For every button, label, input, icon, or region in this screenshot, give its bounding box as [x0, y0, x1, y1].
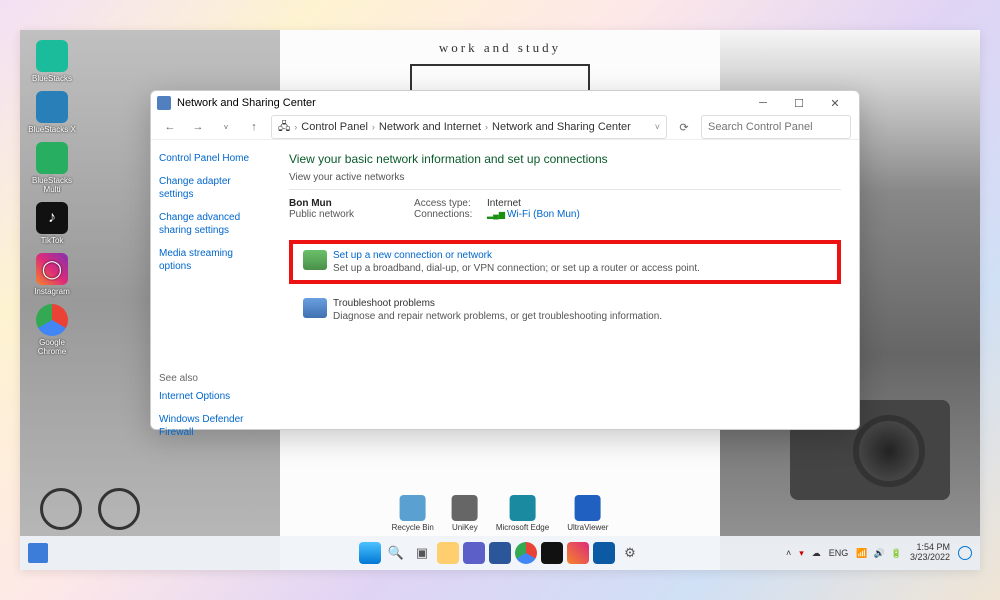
refresh-button[interactable]: ⟳: [673, 116, 695, 138]
desktop-icon-bluestacks-x[interactable]: BlueStacks X: [26, 91, 78, 134]
control-panel-window: Network and Sharing Center ─ ☐ ✕ ← → ˅ ↑…: [150, 90, 860, 430]
window-body: Control Panel Home Change adapter settin…: [151, 140, 859, 461]
widgets-button[interactable]: [28, 543, 48, 563]
start-button[interactable]: [359, 542, 381, 564]
troubleshoot-section: Troubleshoot problems Diagnose and repai…: [289, 292, 841, 328]
volume-icon[interactable]: 🔊: [874, 548, 885, 559]
desktop-icon-chrome[interactable]: Google Chrome: [26, 304, 78, 356]
breadcrumb-dropdown-icon[interactable]: ˅: [655, 122, 660, 132]
sidebar: Control Panel Home Change adapter settin…: [151, 140, 271, 461]
sidebar-defender-firewall[interactable]: Windows Defender Firewall: [159, 413, 263, 439]
troubleshoot-desc: Diagnose and repair network problems, or…: [303, 311, 831, 322]
sidebar-internet-options[interactable]: Internet Options: [159, 390, 263, 403]
system-tray: ˄ ▾ ☁ ENG 📶 🔊 🔋 1:54 PM 3/23/2022: [786, 543, 972, 563]
troubleshoot-link[interactable]: Troubleshoot problems: [303, 298, 831, 309]
recent-button[interactable]: ˅: [215, 116, 237, 138]
back-button[interactable]: ←: [159, 116, 181, 138]
breadcrumb-item[interactable]: Network and Sharing Center: [492, 121, 631, 133]
icon-recycle-bin[interactable]: Recycle Bin: [392, 495, 434, 532]
breadcrumb[interactable]: 🖧 › Control Panel › Network and Internet…: [271, 115, 667, 139]
sidebar-advanced-sharing[interactable]: Change advanced sharing settings: [159, 211, 263, 237]
desktop-icon-instagram[interactable]: ◯Instagram: [26, 253, 78, 296]
battery-icon[interactable]: 🔋: [891, 548, 902, 559]
setup-connection-desc: Set up a broadband, dial-up, or VPN conn…: [303, 263, 827, 274]
close-button[interactable]: ✕: [817, 91, 853, 115]
wifi-icon[interactable]: 📶: [856, 548, 867, 559]
icon-edge[interactable]: Microsoft Edge: [496, 495, 549, 532]
word-button[interactable]: [489, 542, 511, 564]
minimize-button[interactable]: ─: [745, 91, 781, 115]
breadcrumb-item[interactable]: Control Panel: [301, 121, 368, 133]
access-type-label: Access type:: [414, 198, 479, 209]
sidebar-adapter-settings[interactable]: Change adapter settings: [159, 175, 263, 201]
active-networks-label: View your active networks: [289, 172, 841, 183]
setup-connection-link[interactable]: Set up a new connection or network: [303, 250, 827, 261]
taskbar-center: 🔍 ▣ ⚙: [359, 542, 641, 564]
sidebar-home[interactable]: Control Panel Home: [159, 152, 263, 165]
setup-connection-section: Set up a new connection or network Set u…: [289, 240, 841, 284]
network-info: Bon Mun Public network Access type: Inte…: [289, 198, 841, 220]
maximize-button[interactable]: ☐: [781, 91, 817, 115]
icon-unikey[interactable]: UniKey: [452, 495, 478, 532]
setup-connection-icon: [303, 250, 327, 270]
troubleshoot-icon: [303, 298, 327, 318]
clock-date: 3/23/2022: [910, 553, 950, 563]
forward-button[interactable]: →: [187, 116, 209, 138]
explorer-button[interactable]: [437, 542, 459, 564]
chrome-taskbar-button[interactable]: [515, 542, 537, 564]
window-navbar: ← → ˅ ↑ 🖧 › Control Panel › Network and …: [151, 115, 859, 140]
up-button[interactable]: ↑: [243, 116, 265, 138]
language-indicator[interactable]: ENG: [829, 548, 849, 558]
icon-ultraviewer[interactable]: UltraViewer: [567, 495, 608, 532]
settings-taskbar-button[interactable]: ⚙: [619, 542, 641, 564]
wifi-signal-icon: ▂▄▆: [487, 210, 505, 219]
network-center-icon: [157, 96, 171, 110]
tiktok-taskbar-button[interactable]: [541, 542, 563, 564]
teams-button[interactable]: [463, 542, 485, 564]
wifi-connection-link[interactable]: ▂▄▆Wi-Fi (Bon Mun): [487, 209, 580, 220]
tray-onedrive-icon[interactable]: ☁: [812, 548, 821, 559]
desktop-icon-bluestacks-multi[interactable]: BlueStacks Multi: [26, 142, 78, 194]
main-panel: View your basic network information and …: [271, 140, 859, 461]
breadcrumb-item[interactable]: Network and Internet: [379, 121, 481, 133]
taskview-button[interactable]: ▣: [411, 542, 433, 564]
connections-label: Connections:: [414, 209, 479, 220]
instagram-taskbar-button[interactable]: [567, 542, 589, 564]
network-type: Public network: [289, 209, 354, 220]
desktop-icon-bluestacks[interactable]: BlueStacks: [26, 40, 78, 83]
edge-taskbar-button[interactable]: [593, 542, 615, 564]
access-type-value: Internet: [487, 198, 521, 209]
clock[interactable]: 1:54 PM 3/23/2022: [910, 543, 950, 563]
desktop: work and study BlueStacks BlueStacks X B…: [20, 30, 980, 570]
search-button[interactable]: 🔍: [385, 542, 407, 564]
window-title: Network and Sharing Center: [177, 97, 316, 109]
sidebar-media-streaming[interactable]: Media streaming options: [159, 247, 263, 273]
tray-chevron-icon[interactable]: ˄: [786, 548, 791, 558]
desktop-icon-tiktok[interactable]: ♪TikTok: [26, 202, 78, 245]
wallpaper-label: work and study: [280, 40, 720, 56]
breadcrumb-icon: 🖧: [278, 118, 290, 137]
search-input[interactable]: [701, 115, 851, 139]
network-name: Bon Mun: [289, 198, 354, 209]
tray-app-icon[interactable]: ▾: [799, 548, 804, 559]
desktop-icons: BlueStacks BlueStacks X BlueStacks Multi…: [26, 40, 78, 356]
notifications-button[interactable]: [958, 546, 972, 560]
window-titlebar[interactable]: Network and Sharing Center ─ ☐ ✕: [151, 91, 859, 115]
main-heading: View your basic network information and …: [289, 152, 841, 166]
taskbar: 🔍 ▣ ⚙ ˄ ▾ ☁ ENG 📶 🔊 🔋 1:54 PM 3/23/2022: [20, 536, 980, 570]
desktop-bottom-icons: Recycle Bin UniKey Microsoft Edge UltraV…: [392, 495, 609, 532]
seealso-label: See also: [159, 373, 263, 384]
